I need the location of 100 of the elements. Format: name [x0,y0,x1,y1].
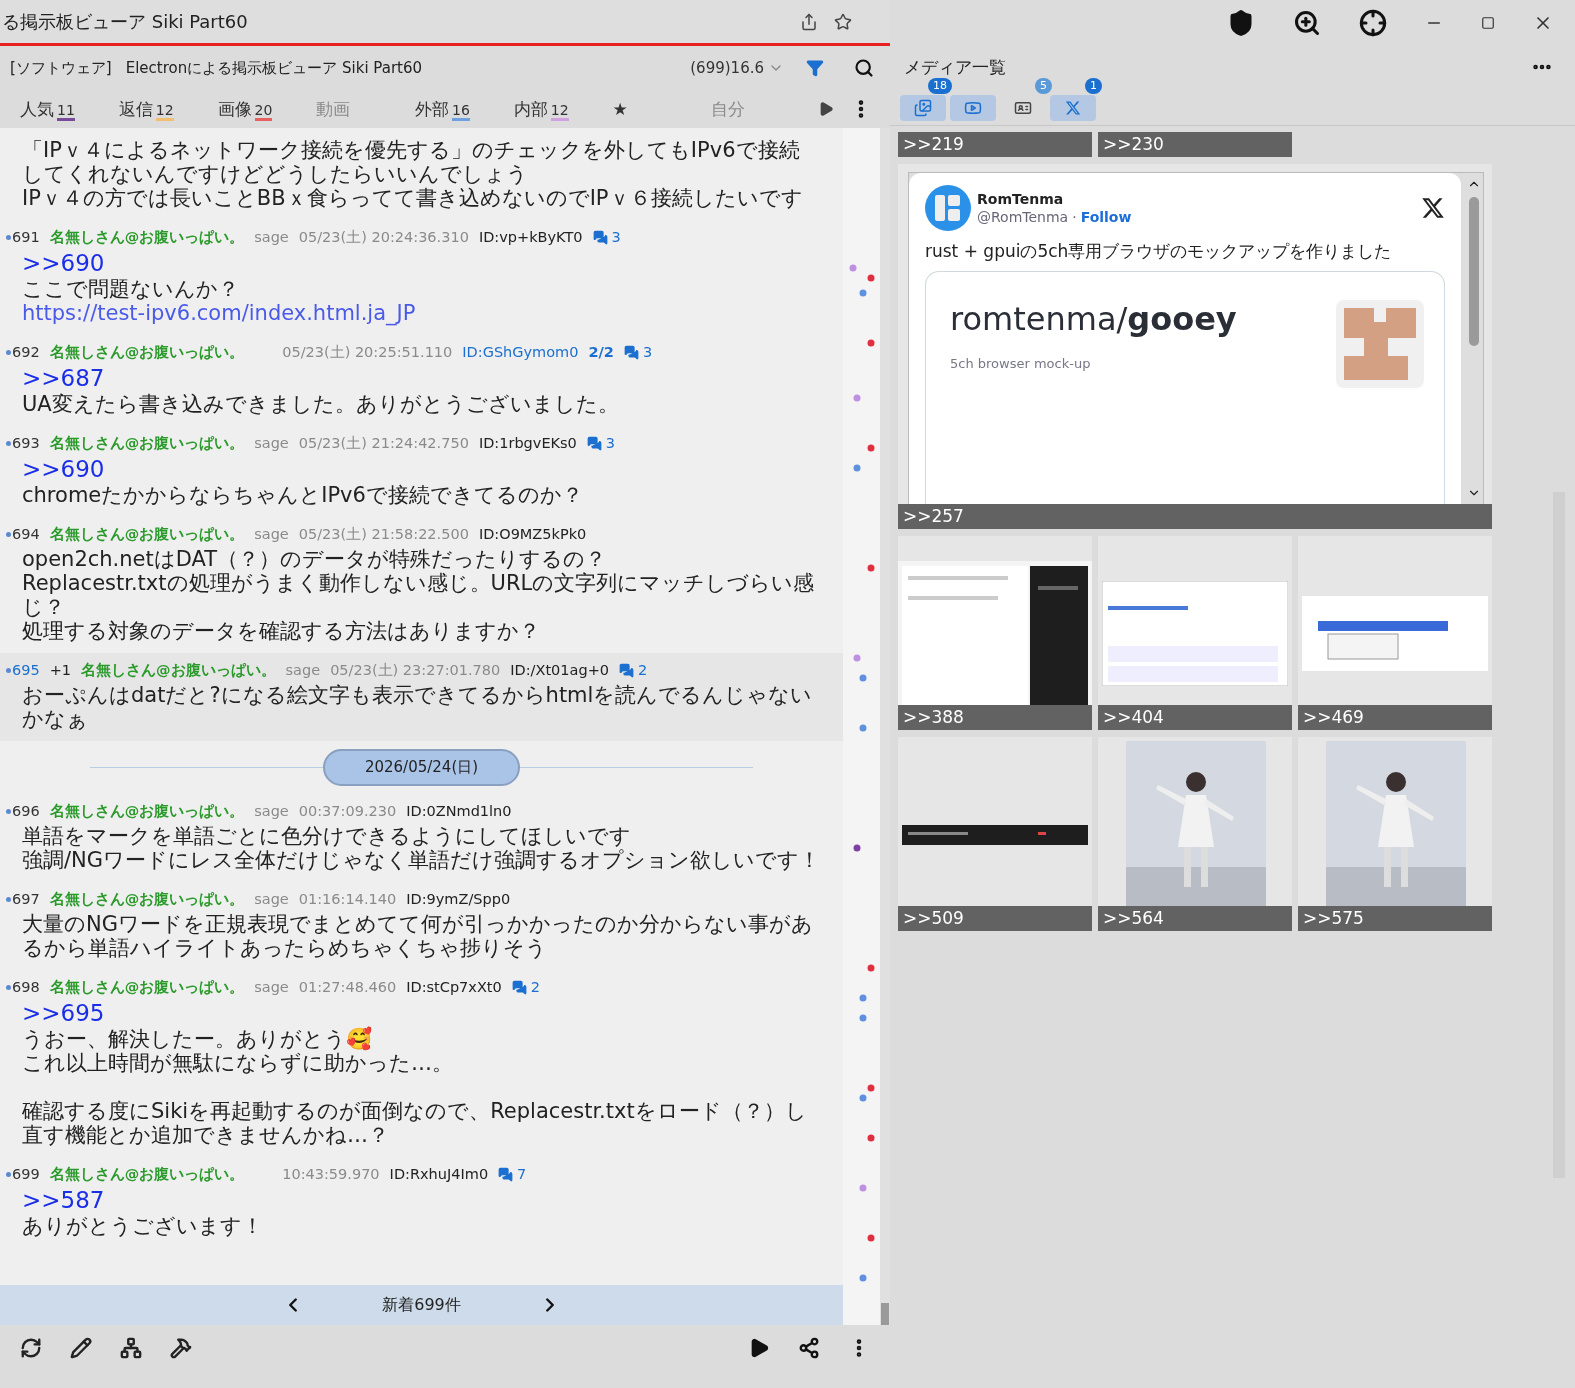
poster-id[interactable]: ID:9ymZ/Spp0 [406,891,511,907]
mail-field: sage [254,891,289,907]
post-number[interactable]: 695 [12,662,40,678]
poster-name: 名無しさん@お腹いっぱい。 [49,801,245,821]
post-time: 00:37:09.230 [298,803,397,819]
post-number[interactable]: 692 [12,344,40,360]
url-link[interactable]: https://test-ipv6.com/index.html.ja_JP [22,301,821,325]
media-label: >>404 [1098,705,1292,730]
post-text: おーぷんはdatだと?になる絵文字も表示できてるからhtmlを読んでるんじゃないかなぁ [22,683,814,731]
post-text: chromeたかからならちゃんとIPv6で接続できてるのか？ [22,483,584,507]
poster-id[interactable]: ID:stCp7xXt0 [406,979,502,995]
mail-field: sage [254,435,289,451]
filter-tab[interactable]: 画像 20 [217,97,317,121]
reply-count[interactable]: 3 [592,229,621,245]
poster-name: 名無しさん@お腹いっぱい。 [49,227,245,247]
media-tile[interactable]: >>404 [1098,536,1292,730]
media-panel-title: メディア一覧 [904,55,1007,79]
reply-count[interactable]: 2 [511,979,540,995]
poster-name: 名無しさん@お腹いっぱい。 [49,524,245,544]
poster-name: 名無しさん@お腹いっぱい。 [49,342,245,362]
post-text: open2ch.netはDAT（？）のデータが特殊だったりするの？ [22,547,608,571]
replies-icon [592,229,608,245]
poster-id[interactable]: ID:GShGymom0 [462,344,579,360]
reply-anchor-link[interactable]: >>695 [22,1000,821,1027]
link-preview-card[interactable]: romtenma/gooey 5ch browser mock-up [925,271,1445,504]
post-number[interactable]: 693 [12,435,40,451]
replies-icon [619,662,634,678]
filter-tab[interactable]: 返信 12 [118,97,218,121]
post-number[interactable]: 697 [12,891,40,907]
poster-name: 名無しさん@お腹いっぱい。 [49,889,245,909]
poster-id[interactable]: ID:0ZNmd1ln0 [406,803,512,819]
bullet-icon [6,1171,11,1177]
media-filter-button[interactable] [950,95,996,121]
reply-count[interactable]: 7 [498,1166,527,1182]
post-text: うおー、解決したー。ありがとう🥰 [22,1027,373,1051]
thread-stats-dropdown[interactable]: (699)16.6 [690,59,784,77]
media-label: >>257 [898,504,1492,529]
scrollbar-thumb[interactable] [881,1303,889,1325]
poster-name: 名無しさん@お腹いっぱい。 [49,977,245,997]
bullet-icon [6,234,11,240]
poster-id[interactable]: ID:/Xt01ag+0 [510,662,609,678]
scrollbar-thumb[interactable] [1469,197,1479,346]
poster-id[interactable]: ID:RxhuJ4Im0 [389,1166,489,1182]
mail-field: sage [285,662,321,678]
avatar-icon [925,185,971,231]
bullet-icon [6,808,11,814]
poster-id[interactable]: ID:vp+kByKT0 [478,229,583,245]
media-tile[interactable]: >>509 [898,737,1092,931]
follow-link[interactable]: Follow [1080,209,1132,225]
media-label[interactable]: >>219 [898,132,1092,157]
reply-count[interactable]: 3 [623,344,653,360]
media-label: >>509 [898,906,1092,931]
count-badge: 18 [928,78,952,94]
post-number[interactable]: 694 [12,526,40,542]
replies-icon [511,979,527,995]
filter-tab[interactable]: 内部 12 [513,97,613,121]
reply-anchor-link[interactable]: >>687 [22,365,821,392]
new-posts-count: 新着699件 [382,1294,461,1316]
window-title: る掲示板ビューア Siki Part60 [2,9,249,34]
tweet-author: RomTenma [977,191,1065,207]
post-number[interactable]: 698 [12,979,40,995]
count-badge: 1 [1085,78,1102,94]
x-logo-icon [1421,196,1445,220]
post-number[interactable]: 691 [12,229,40,245]
mail-field: sage [254,229,289,245]
media-tile[interactable]: >>469 [1298,536,1492,730]
post-text: これ以上時間が無駄にならずに助かった…。 [22,1051,454,1075]
post-text: UA変えたら書き込みできました。ありがとうございました。 [22,392,620,416]
reply-anchor-link[interactable]: >>690 [22,250,821,277]
post-number[interactable]: 699 [12,1166,40,1182]
reply-count[interactable]: 3 [586,435,616,451]
post-time: 05/23(土) 23:27:01.780 [330,660,501,680]
count-badge: 5 [1035,78,1052,94]
reply-anchor-link[interactable]: >>587 [22,1187,821,1214]
reply-count[interactable]: 2 [619,662,648,678]
filter-tab[interactable]: 外部 16 [415,97,514,121]
filter-tab[interactable]: ★ [612,99,712,119]
media-filter-button[interactable] [900,95,946,121]
post-number[interactable]: 696 [12,803,40,819]
filter-tab[interactable]: 人気 11 [20,97,119,121]
media-tile[interactable]: >>564 [1098,737,1292,931]
media-label[interactable]: >>230 [1098,132,1292,157]
date-separator: 2026/05/24(日) [322,749,521,786]
media-label: >>575 [1298,906,1492,931]
post-text: 大量のNGワードを正規表現でまとめてて何が引っかかったのか分からない事があるから単語ハイライトあったらめちゃくちゃ捗りそう [22,912,814,960]
media-tile[interactable]: >>575 [1298,737,1492,931]
media-tile[interactable]: >>388 [898,536,1092,730]
post-time: 10:43:59.970 [282,1166,380,1182]
bullet-icon [6,531,11,537]
post-time: 05/23(土) 21:58:22.500 [298,524,469,544]
bullet-icon [6,349,11,355]
poster-id[interactable]: ID:O9MZ5kPk0 [478,526,587,542]
media-label: >>469 [1298,705,1492,730]
video-icon [964,99,982,117]
media-label: >>564 [1098,906,1292,931]
media-tile[interactable]: RomTenma @RomTenma · Follow rust + gpuiの5ch専用ブラウザのモックアップを作りました romtenma/gooey 5ch browser mock-up >>257 [898,164,1492,529]
reply-anchor-link[interactable]: >>690 [22,456,821,483]
plus-count: +1 [49,662,72,678]
tweet-handle: @RomTenma [977,209,1069,225]
poster-id[interactable]: ID:1rbgvEKs0 [478,435,577,451]
